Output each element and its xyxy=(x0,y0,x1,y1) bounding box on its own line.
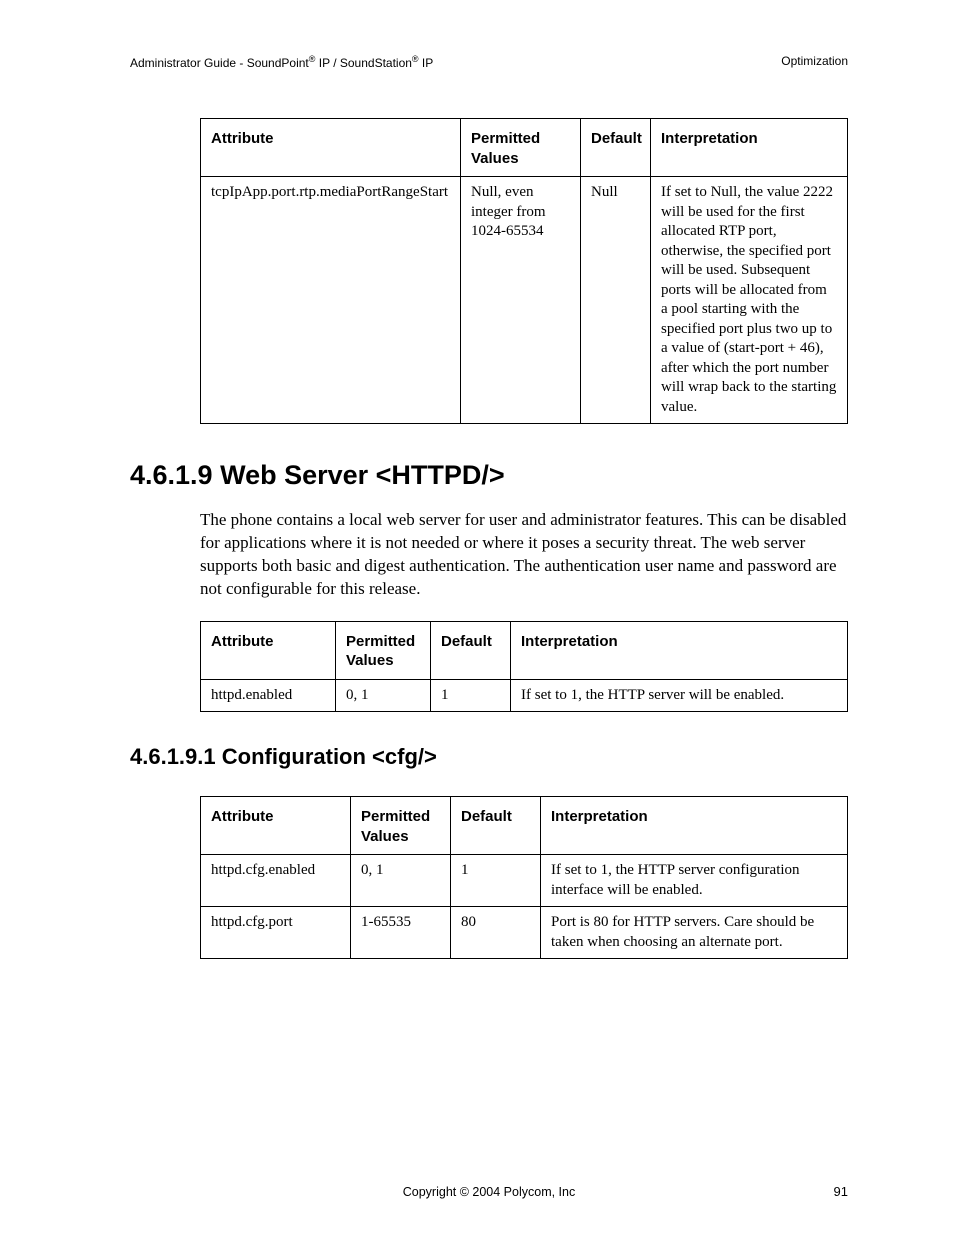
col-default: Default xyxy=(431,621,511,679)
cell-attribute: httpd.enabled xyxy=(201,679,336,712)
cell-permitted: Null, even integer from 1024-65534 xyxy=(461,177,581,424)
cell-attribute: httpd.cfg.enabled xyxy=(201,855,351,907)
cell-interpretation: If set to Null, the value 2222 will be u… xyxy=(651,177,848,424)
cell-interpretation: Port is 80 for HTTP servers. Care should… xyxy=(541,907,848,959)
cell-attribute: httpd.cfg.port xyxy=(201,907,351,959)
body-paragraph: The phone contains a local web server fo… xyxy=(200,509,848,601)
cell-permitted: 1-65535 xyxy=(351,907,451,959)
cell-default: 80 xyxy=(451,907,541,959)
table-httpd: Attribute Permitted Values Default Inter… xyxy=(200,621,848,713)
table-row: httpd.cfg.enabled 0, 1 1 If set to 1, th… xyxy=(201,855,848,907)
col-default: Default xyxy=(581,119,651,177)
col-permitted: Permitted Values xyxy=(336,621,431,679)
subsection-heading-configuration: 4.6.1.9.1 Configuration <cfg/> xyxy=(130,744,848,770)
table-row: httpd.enabled 0, 1 1 If set to 1, the HT… xyxy=(201,679,848,712)
col-interpretation: Interpretation xyxy=(541,797,848,855)
col-permitted: Permitted Values xyxy=(461,119,581,177)
col-permitted: Permitted Values xyxy=(351,797,451,855)
copyright-text: Copyright © 2004 Polycom, Inc xyxy=(170,1185,808,1199)
header-right: Optimization xyxy=(781,54,848,70)
header-left-suffix: IP xyxy=(419,56,434,70)
cell-default: 1 xyxy=(431,679,511,712)
table-row: httpd.cfg.port 1-65535 80 Port is 80 for… xyxy=(201,907,848,959)
table-header-row: Attribute Permitted Values Default Inter… xyxy=(201,621,848,679)
page-number: 91 xyxy=(808,1184,848,1199)
col-attribute: Attribute xyxy=(201,621,336,679)
page-footer: Copyright © 2004 Polycom, Inc 91 xyxy=(130,1184,848,1199)
cell-permitted: 0, 1 xyxy=(351,855,451,907)
col-attribute: Attribute xyxy=(201,119,461,177)
table-row: tcpIpApp.port.rtp.mediaPortRangeStart Nu… xyxy=(201,177,848,424)
col-default: Default xyxy=(451,797,541,855)
col-interpretation: Interpretation xyxy=(511,621,848,679)
table-cfg: Attribute Permitted Values Default Inter… xyxy=(200,796,848,959)
section-heading-web-server: 4.6.1.9 Web Server <HTTPD/> xyxy=(130,460,848,491)
table-rtp-port: Attribute Permitted Values Default Inter… xyxy=(200,118,848,424)
running-header: Administrator Guide - SoundPoint ® IP / S… xyxy=(130,54,848,70)
cell-default: Null xyxy=(581,177,651,424)
table-header-row: Attribute Permitted Values Default Inter… xyxy=(201,119,848,177)
cell-permitted: 0, 1 xyxy=(336,679,431,712)
table-header-row: Attribute Permitted Values Default Inter… xyxy=(201,797,848,855)
cell-interpretation: If set to 1, the HTTP server configurati… xyxy=(541,855,848,907)
registered-icon: ® xyxy=(412,54,419,64)
cell-interpretation: If set to 1, the HTTP server will be ena… xyxy=(511,679,848,712)
col-interpretation: Interpretation xyxy=(651,119,848,177)
header-left-prefix: Administrator Guide - SoundPoint xyxy=(130,56,309,70)
header-left: Administrator Guide - SoundPoint ® IP / S… xyxy=(130,54,433,70)
header-left-mid: IP / SoundStation xyxy=(315,56,412,70)
col-attribute: Attribute xyxy=(201,797,351,855)
cell-default: 1 xyxy=(451,855,541,907)
cell-attribute: tcpIpApp.port.rtp.mediaPortRangeStart xyxy=(201,177,461,424)
